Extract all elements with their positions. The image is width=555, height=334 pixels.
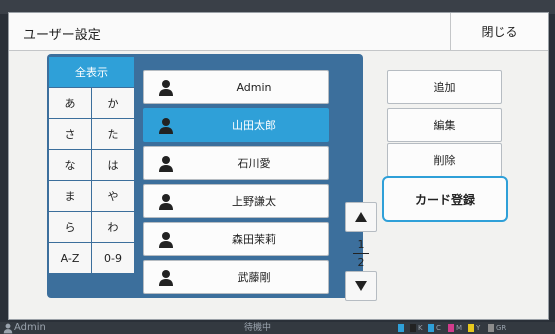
ink-k-label: K (418, 324, 423, 332)
user-name: Admin (236, 80, 272, 94)
dialog-header: ユーザー設定 閉じる (9, 13, 548, 51)
filter-a-button[interactable]: あ (49, 88, 91, 118)
filter-az-button[interactable]: A-Z (49, 243, 91, 273)
person-icon (159, 118, 173, 134)
triangle-down-icon (355, 281, 367, 291)
user-list-item[interactable]: 石川愛 (143, 146, 329, 180)
user-list-item[interactable]: 森田茉莉 (143, 222, 329, 256)
person-icon (159, 80, 173, 96)
user-name: 石川愛 (237, 157, 271, 170)
user-name: 森田茉莉 (232, 233, 276, 246)
kana-filter-grid: 全表示 あ か さ た な は ま や ら わ A-Z 0-9 (49, 57, 135, 273)
filter-ha-button[interactable]: は (92, 150, 134, 180)
scroll-up-button[interactable] (345, 202, 377, 232)
ink-c-level (428, 324, 434, 332)
page-indicator: 1 2 (345, 238, 377, 269)
user-name: 武藤剛 (237, 271, 271, 284)
page-current: 1 (357, 238, 365, 251)
person-icon (159, 270, 173, 286)
filter-sa-button[interactable]: さ (49, 119, 91, 149)
delete-button[interactable]: 削除 (387, 143, 502, 177)
filter-ra-button[interactable]: ら (49, 212, 91, 242)
filter-wa-button[interactable]: わ (92, 212, 134, 242)
person-icon (159, 156, 173, 172)
person-icon (159, 194, 173, 210)
ink-gr-label: GR (496, 324, 507, 332)
user-list: Admin 山田太郎 石川愛 上野謙太 森田茉莉 武藤剛 (143, 70, 329, 298)
triangle-up-icon (355, 212, 367, 222)
user-list-item[interactable]: 武藤剛 (143, 260, 329, 294)
status-state: 待機中 (244, 323, 272, 333)
status-user-name: Admin (14, 322, 46, 333)
person-icon (3, 323, 13, 334)
close-button[interactable]: 閉じる (450, 13, 548, 50)
ink-m-level (448, 324, 454, 332)
ink-m-label: M (456, 324, 463, 332)
filter-ta-button[interactable]: た (92, 119, 134, 149)
filter-ma-button[interactable]: ま (49, 181, 91, 211)
user-list-item[interactable]: 上野謙太 (143, 184, 329, 218)
filter-all-button[interactable]: 全表示 (49, 57, 134, 87)
filter-09-button[interactable]: 0-9 (92, 243, 134, 273)
dialog-title: ユーザー設定 (23, 28, 101, 43)
edit-button[interactable]: 編集 (387, 108, 502, 142)
scroll-down-button[interactable] (345, 271, 377, 301)
user-list-item[interactable]: Admin (143, 70, 329, 104)
card-register-button[interactable]: カード登録 (382, 176, 508, 222)
ink-k-level (410, 324, 416, 332)
person-icon (159, 232, 173, 248)
page-total: 2 (357, 256, 365, 269)
ink-y-level (468, 324, 474, 332)
filter-ka-button[interactable]: か (92, 88, 134, 118)
user-list-item-selected[interactable]: 山田太郎 (143, 108, 329, 142)
filter-ya-button[interactable]: や (92, 181, 134, 211)
printer-icon (398, 324, 404, 332)
status-bar: Admin 待機中 K C M Y GR (0, 322, 555, 334)
filter-na-button[interactable]: な (49, 150, 91, 180)
add-button[interactable]: 追加 (387, 70, 502, 104)
page-divider (353, 253, 369, 254)
user-name: 上野謙太 (232, 195, 276, 208)
user-name: 山田太郎 (232, 119, 276, 132)
ink-gr-level (488, 324, 494, 332)
ink-c-label: C (436, 324, 441, 332)
ink-y-label: Y (476, 324, 481, 332)
